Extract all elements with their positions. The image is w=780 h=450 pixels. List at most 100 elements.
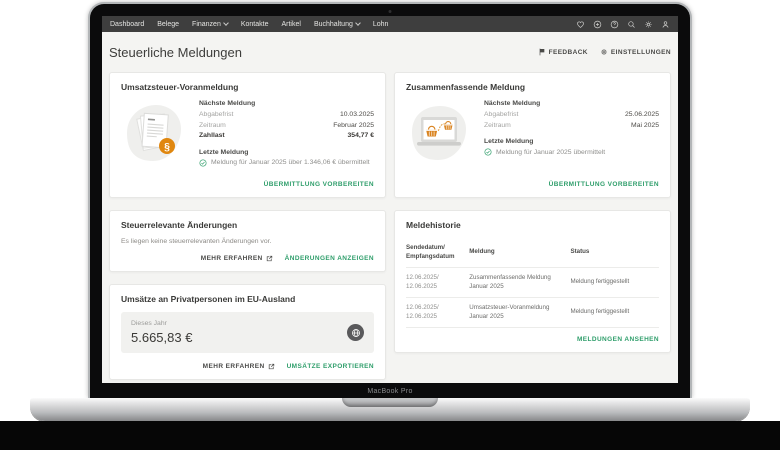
nav-item-lohn[interactable]: Lohn bbox=[373, 21, 389, 28]
feedback-button[interactable]: FEEDBACK bbox=[538, 48, 588, 56]
period-row: Zeitraum Mai 2025 bbox=[484, 121, 659, 132]
row-value: 25.06.2025 bbox=[625, 110, 659, 121]
globe-icon bbox=[351, 328, 361, 338]
card-title: Zusammenfassende Meldung bbox=[406, 82, 659, 92]
next-report-heading: Nächste Meldung bbox=[199, 100, 374, 107]
last-report-status: Meldung für Januar 2025 übermittelt bbox=[484, 148, 659, 156]
nav-item-dashboard[interactable]: Dashboard bbox=[110, 21, 144, 28]
documents-illustration: § bbox=[121, 100, 187, 171]
card-title: Umsatzsteuer-Voranmeldung bbox=[121, 82, 374, 92]
report-history-table: Sendedatum/ Empfangsdatum Meldung Status… bbox=[406, 238, 659, 328]
column-header-meldung: Meldung bbox=[469, 248, 570, 257]
plus-circle-icon[interactable] bbox=[593, 20, 602, 29]
row-value: 10.03.2025 bbox=[340, 110, 374, 121]
status-text: Meldung für Januar 2025 übermittelt bbox=[496, 149, 605, 156]
period-row: Zeitraum Februar 2025 bbox=[199, 121, 374, 132]
help-icon[interactable] bbox=[610, 20, 619, 29]
nav-item-label: Belege bbox=[157, 21, 179, 28]
row-value: Februar 2025 bbox=[333, 121, 374, 132]
chevron-down-icon bbox=[355, 20, 361, 26]
no-changes-text: Es liegen keine steuerrelevanten Änderun… bbox=[121, 238, 374, 245]
external-link-icon bbox=[268, 363, 275, 370]
learn-more-link[interactable]: MEHR ERFAHREN bbox=[203, 363, 275, 370]
nav-item-kontakte[interactable]: Kontakte bbox=[241, 21, 269, 28]
learn-more-label: MEHR ERFAHREN bbox=[201, 255, 263, 262]
amount-value: 5.665,83 € bbox=[131, 330, 192, 345]
svg-text:§: § bbox=[164, 141, 170, 153]
laptop-shadow bbox=[0, 421, 780, 450]
prepare-submission-link[interactable]: ÜBERMITTLUNG VORBEREITEN bbox=[264, 181, 374, 188]
table-row: 12.06.2025/ 12.06.2025 Zusammenfassende … bbox=[406, 268, 659, 298]
page-title: Steuerliche Meldungen bbox=[109, 45, 242, 60]
app-screen: Dashboard Belege Finanzen Kontakte Artik… bbox=[102, 16, 678, 383]
nav-item-label: Artikel bbox=[281, 21, 300, 28]
nav-item-label: Kontakte bbox=[241, 21, 269, 28]
search-icon[interactable] bbox=[627, 20, 636, 29]
card-title: Meldehistorie bbox=[406, 220, 659, 230]
card-title: Steuerrelevante Änderungen bbox=[121, 220, 374, 230]
card-umsatzsteuer-voranmeldung: Umsatzsteuer-Voranmeldung bbox=[109, 72, 386, 198]
user-icon[interactable] bbox=[661, 20, 670, 29]
settings-label: EINSTELLUNGEN bbox=[611, 49, 671, 56]
tax-due-row: Zahllast 354,77 € bbox=[199, 131, 374, 142]
export-sales-link[interactable]: UMSÄTZE EXPORTIEREN bbox=[287, 363, 374, 370]
nav-item-belege[interactable]: Belege bbox=[157, 21, 179, 28]
nav-item-label: Lohn bbox=[373, 21, 389, 28]
check-circle-icon bbox=[484, 148, 492, 156]
row-label: Zeitraum bbox=[199, 121, 226, 132]
nav-item-finanzen[interactable]: Finanzen bbox=[192, 21, 228, 28]
globe-button[interactable] bbox=[347, 324, 364, 341]
cell-status: Meldung fertiggestellt bbox=[570, 278, 659, 287]
row-value: 354,77 € bbox=[348, 131, 374, 142]
macbook-base bbox=[30, 398, 750, 421]
show-changes-link[interactable]: ÄNDERUNGEN ANZEIGEN bbox=[285, 255, 374, 262]
macbook-hinge-notch bbox=[342, 398, 438, 407]
screenshot-stage: Dashboard Belege Finanzen Kontakte Artik… bbox=[0, 0, 780, 450]
year-amount-box: Dieses Jahr 5.665,83 € bbox=[121, 312, 374, 353]
last-report-status: Meldung für Januar 2025 über 1.346,06 € … bbox=[199, 159, 374, 167]
page-header: Steuerliche Meldungen FEEDBACK EINSTELLU… bbox=[109, 32, 671, 63]
row-label: Zeitraum bbox=[484, 121, 511, 132]
learn-more-link[interactable]: MEHR ERFAHREN bbox=[201, 255, 273, 262]
cell-meldung: Umsatzsteuer-Voranmeldung Januar 2025 bbox=[469, 304, 570, 321]
heart-icon[interactable] bbox=[576, 20, 585, 29]
nav-item-label: Dashboard bbox=[110, 21, 144, 28]
cell-meldung: Zusammenfassende Meldung Januar 2025 bbox=[469, 274, 570, 291]
next-report-heading: Nächste Meldung bbox=[484, 100, 659, 107]
row-label: Zahllast bbox=[199, 131, 225, 142]
chevron-down-icon bbox=[223, 20, 229, 26]
nav-item-label: Finanzen bbox=[192, 21, 221, 28]
app-content: Steuerliche Meldungen FEEDBACK EINSTELLU… bbox=[102, 32, 678, 383]
row-label: Abgabefrist bbox=[199, 110, 233, 121]
laptop-baskets-illustration bbox=[406, 100, 472, 171]
feedback-label: FEEDBACK bbox=[549, 49, 588, 56]
nav-item-label: Buchhaltung bbox=[314, 21, 353, 28]
last-report-heading: Letzte Meldung bbox=[484, 138, 659, 145]
card-steuerrelevante-aenderungen: Steuerrelevante Änderungen Es liegen kei… bbox=[109, 210, 386, 272]
status-text: Meldung für Januar 2025 über 1.346,06 € … bbox=[211, 159, 370, 166]
external-link-icon bbox=[266, 255, 273, 262]
check-circle-icon bbox=[199, 159, 207, 167]
row-value: Mai 2025 bbox=[631, 121, 659, 132]
nav-item-buchhaltung[interactable]: Buchhaltung bbox=[314, 21, 360, 28]
nav-item-artikel[interactable]: Artikel bbox=[281, 21, 300, 28]
flag-icon bbox=[538, 48, 546, 56]
column-header-dates: Sendedatum/ Empfangsdatum bbox=[406, 244, 469, 261]
period-label: Dieses Jahr bbox=[131, 320, 192, 327]
card-title: Umsätze an Privatpersonen im EU-Ausland bbox=[121, 294, 374, 304]
card-meldehistorie: Meldehistorie Sendedatum/ Empfangsdatum … bbox=[394, 210, 671, 353]
cell-status: Meldung fertiggestellt bbox=[570, 308, 659, 317]
last-report-heading: Letzte Meldung bbox=[199, 149, 374, 156]
nav-items: Dashboard Belege Finanzen Kontakte Artik… bbox=[110, 21, 388, 28]
table-row: 12.06.2025/ 12.06.2025 Umsatzsteuer-Vora… bbox=[406, 298, 659, 328]
gear-icon[interactable] bbox=[644, 20, 653, 29]
view-reports-link[interactable]: MELDUNGEN ANSEHEN bbox=[577, 336, 659, 343]
deadline-row: Abgabefrist 10.03.2025 bbox=[199, 110, 374, 121]
deadline-row: Abgabefrist25.06.2025 bbox=[484, 110, 659, 121]
macbook-label: MacBook Pro bbox=[90, 388, 690, 395]
cell-dates: 12.06.2025/ 12.06.2025 bbox=[406, 304, 469, 321]
prepare-submission-link[interactable]: ÜBERMITTLUNG VORBEREITEN bbox=[549, 181, 659, 188]
settings-button[interactable]: EINSTELLUNGEN bbox=[600, 48, 671, 56]
card-zusammenfassende-meldung: Zusammenfassende Meldung bbox=[394, 72, 671, 198]
macbook-lid: Dashboard Belege Finanzen Kontakte Artik… bbox=[88, 2, 692, 398]
